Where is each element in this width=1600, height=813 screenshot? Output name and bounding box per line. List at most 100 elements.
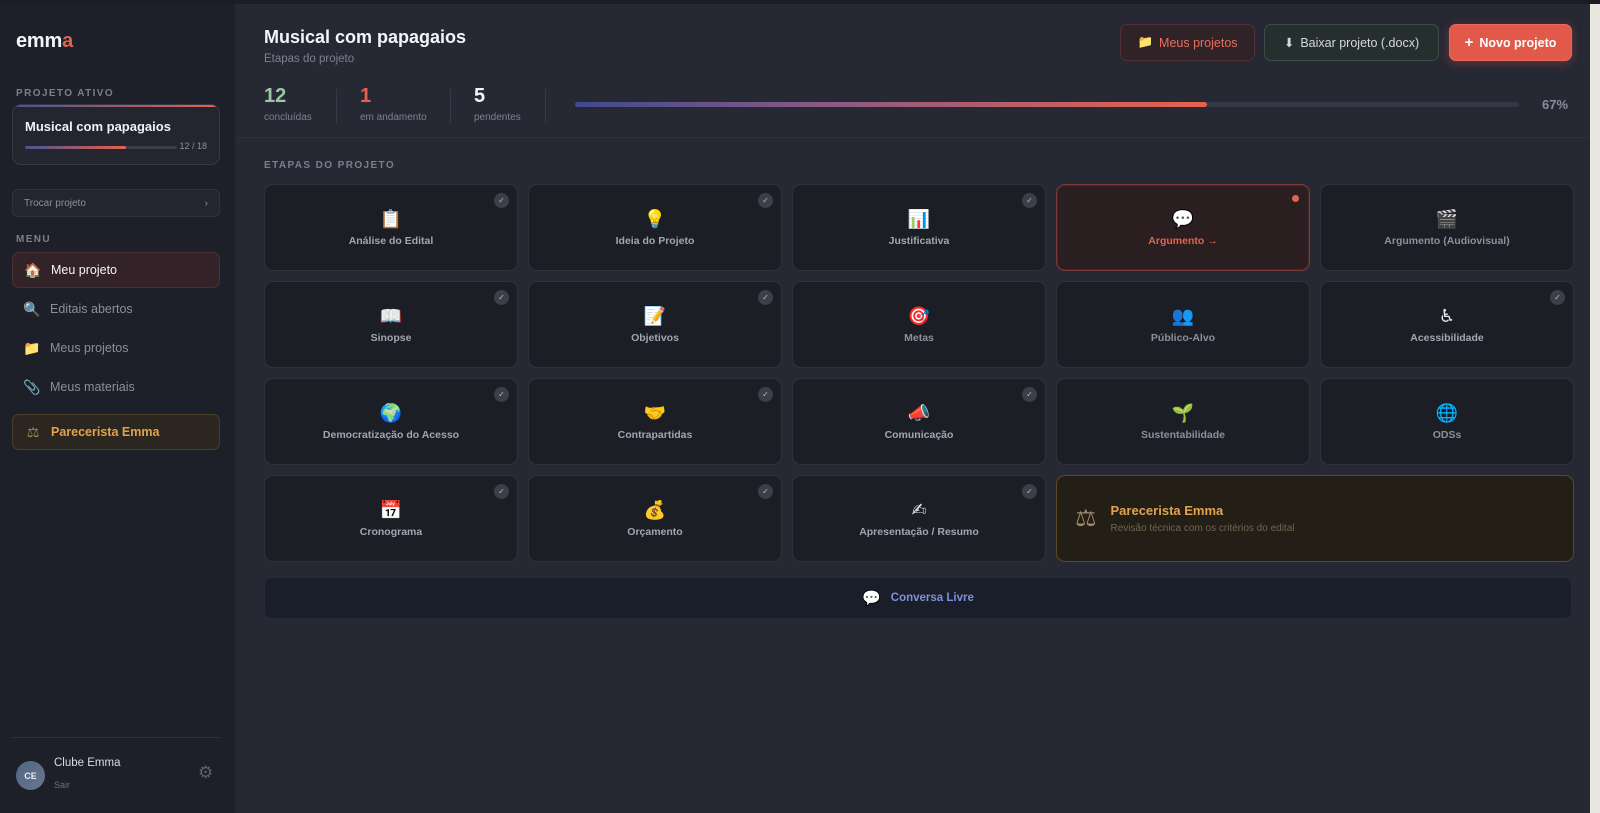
sidebar: emma PROJETO ATIVO Musical com papagaios… (0, 4, 236, 813)
switch-project-label: Trocar projeto (24, 197, 86, 209)
stat-completed-label: concluídas (264, 112, 312, 123)
switch-project-button[interactable]: Trocar projeto › (12, 189, 220, 217)
step-card[interactable]: 💬 Argumento → (1056, 184, 1310, 271)
sidebar-item-parecerista-emma[interactable]: ⚖ Parecerista Emma (12, 414, 220, 450)
active-project-progress-text: 12 / 18 (179, 141, 207, 151)
step-card[interactable]: 📖 Sinopse ✓ (264, 281, 518, 368)
user-name: Clube Emma (54, 757, 121, 769)
step-label: Democratização do Acesso (322, 429, 460, 441)
check-icon: ✓ (1550, 290, 1565, 305)
new-project-button-label: Novo projeto (1479, 35, 1557, 50)
step-icon: 📅 (379, 500, 403, 520)
step-label: Acessibilidade (1410, 332, 1484, 344)
plus-icon: + (1464, 34, 1474, 51)
step-card[interactable]: 📝 Objetivos ✓ (528, 281, 782, 368)
logo[interactable]: emma (16, 30, 73, 53)
avatar[interactable]: CE (16, 761, 45, 790)
step-card[interactable]: 📅 Cronograma ✓ (264, 475, 518, 562)
chevron-right-icon: › (204, 197, 208, 209)
reviewer-card-text: Parecerista Emma Revisão técnica com os … (1111, 503, 1295, 534)
stat-pending: 5 pendentes (474, 86, 521, 123)
step-card[interactable]: 🎬 Argumento (Audiovisual) (1320, 184, 1574, 271)
step-card[interactable]: 🌍 Democratização do Acesso ✓ (264, 378, 518, 465)
stat-completed-value: 12 (264, 85, 287, 107)
my-projects-button[interactable]: 📁 Meus projetos (1120, 24, 1255, 61)
stat-pending-value: 5 (474, 85, 486, 107)
step-label: Sinopse (370, 332, 412, 344)
check-icon: ✓ (494, 484, 509, 499)
section-label: ETAPAS DO PROJETO (264, 160, 396, 171)
step-label: Análise do Edital (348, 235, 434, 247)
project-progress-fill (575, 102, 1208, 107)
reviewer-card[interactable]: ⚖ Parecerista Emma Revisão técnica com o… (1056, 475, 1574, 562)
check-icon: ✓ (758, 193, 773, 208)
step-card[interactable]: 🤝 Contrapartidas ✓ (528, 378, 782, 465)
step-card[interactable]: ♿ Acessibilidade ✓ (1320, 281, 1574, 368)
step-card[interactable]: 🌱 Sustentabilidade (1056, 378, 1310, 465)
stat-in-progress-label: em andamento (360, 112, 427, 123)
free-chat-button[interactable]: 💬 Conversa Livre (264, 577, 1572, 619)
step-card[interactable]: 📊 Justificativa ✓ (792, 184, 1046, 271)
stat-divider (336, 89, 337, 123)
sidebar-item-editais-abertos[interactable]: 🔍 Editais abertos (12, 291, 220, 327)
sidebar-item-meu-projeto[interactable]: 🏠 Meu projeto (12, 252, 220, 288)
new-project-button[interactable]: + Novo projeto (1449, 24, 1572, 61)
my-projects-button-label: Meus projetos (1159, 35, 1238, 50)
sidebar-divider (12, 737, 220, 738)
step-card[interactable]: 🎯 Metas (792, 281, 1046, 368)
scale-icon: ⚖ (26, 423, 40, 440)
gear-icon[interactable]: ⚙ (198, 763, 213, 783)
active-project-card[interactable]: Musical com papagaios 12 / 18 (12, 104, 220, 165)
check-icon: ✓ (758, 387, 773, 402)
download-project-button-label: Baixar projeto (.docx) (1300, 35, 1420, 50)
active-project-progress-fill (25, 146, 127, 149)
logout-link[interactable]: Sair (54, 780, 70, 790)
sidebar-item-label: Editais abertos (50, 302, 133, 316)
sidebar-item-label: Meus materiais (50, 380, 135, 394)
project-progress-percent: 67% (1542, 97, 1569, 112)
active-project-progress-track (25, 146, 177, 149)
sidebar-item-label: Meu projeto (51, 263, 118, 277)
project-progress-track (575, 102, 1519, 107)
download-project-button[interactable]: ⬇ Baixar projeto (.docx) (1264, 24, 1439, 61)
check-icon: ✓ (1022, 484, 1037, 499)
step-card[interactable]: 👥 Público-Alvo (1056, 281, 1310, 368)
step-card[interactable]: 🌐 ODSs (1320, 378, 1574, 465)
paperclip-icon: 📎 (23, 378, 41, 395)
step-icon: 📝 (643, 306, 667, 326)
step-label: ODSs (1432, 429, 1462, 441)
step-label: Orçamento (627, 526, 683, 538)
step-card[interactable]: 💰 Orçamento ✓ (528, 475, 782, 562)
step-icon: 🌍 (379, 403, 403, 423)
in-progress-dot-icon (1292, 195, 1299, 202)
active-project-name: Musical com papagaios (25, 119, 171, 134)
sidebar-item-meus-materiais[interactable]: 📎 Meus materiais (12, 369, 220, 405)
step-icon: 👥 (1171, 306, 1195, 326)
step-icon: ♿ (1438, 306, 1456, 326)
check-icon: ✓ (494, 193, 509, 208)
check-icon: ✓ (1022, 193, 1037, 208)
step-card[interactable]: 💡 Ideia do Projeto ✓ (528, 184, 782, 271)
stat-divider (545, 89, 546, 123)
step-icon: 🤝 (643, 403, 667, 423)
check-icon: ✓ (758, 290, 773, 305)
step-label: Público-Alvo (1150, 332, 1216, 344)
step-card[interactable]: 📋 Análise do Edital ✓ (264, 184, 518, 271)
step-card[interactable]: ✍ Apresentação / Resumo ✓ (792, 475, 1046, 562)
reviewer-card-title: Parecerista Emma (1110, 503, 1224, 518)
sidebar-item-meus-projetos[interactable]: 📁 Meus projetos (12, 330, 220, 366)
step-label: Justificativa (888, 235, 950, 247)
step-label: Sustentabilidade (1140, 429, 1225, 441)
step-icon: 📣 (907, 403, 931, 423)
step-card[interactable]: 📣 Comunicação ✓ (792, 378, 1046, 465)
window-edge (1590, 4, 1600, 813)
step-icon: 🎯 (907, 306, 931, 326)
search-icon: 🔍 (23, 300, 41, 317)
step-icon: 💡 (643, 209, 667, 229)
step-label: Cronograma (359, 526, 423, 538)
scale-icon: ⚖ (1075, 505, 1097, 532)
step-icon: 🎬 (1435, 209, 1459, 229)
step-label: Argumento (Audiovisual) (1384, 235, 1510, 247)
home-icon: 🏠 (24, 261, 42, 278)
reviewer-card-subtitle: Revisão técnica com os critérios do edit… (1110, 523, 1295, 534)
